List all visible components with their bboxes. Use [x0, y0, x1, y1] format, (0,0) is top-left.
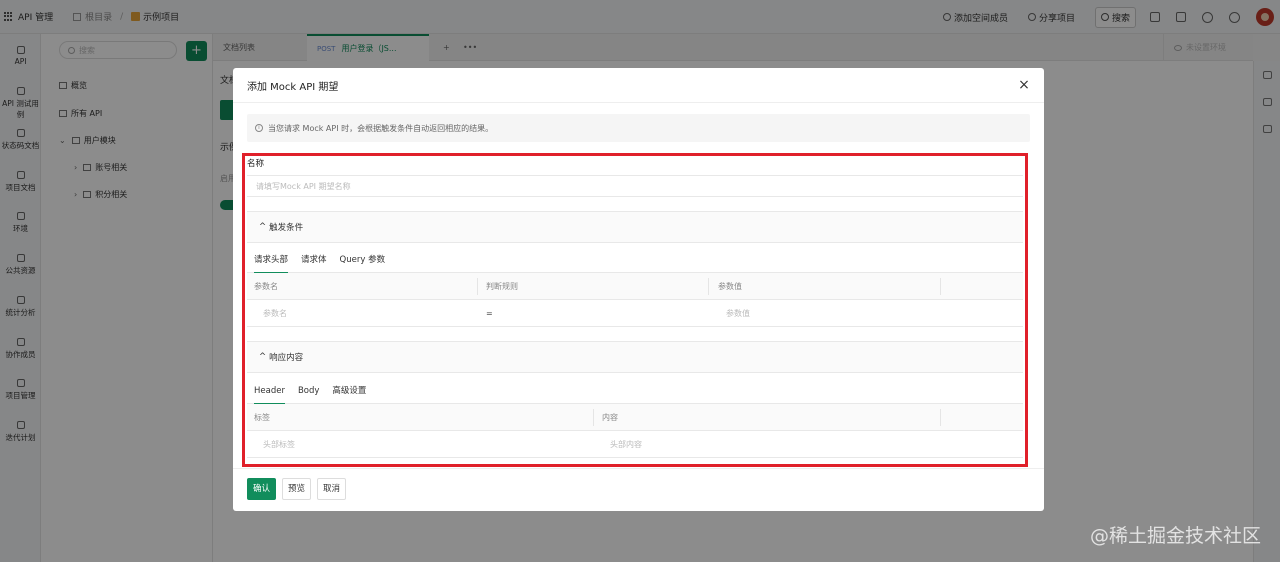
column-header: 标签	[254, 413, 270, 422]
chevron-up-icon: ^	[259, 222, 267, 232]
tab-request-body[interactable]: 请求体	[301, 247, 327, 273]
trigger-section-title: 触发条件	[269, 223, 304, 233]
response-section-title: 响应内容	[269, 353, 304, 363]
mock-expectation-dialog: 添加 Mock API 期望 × i 当您请求 Mock API 时，会根据触发…	[233, 68, 1044, 511]
dialog-header: 添加 Mock API 期望	[233, 68, 1044, 103]
response-subtabs: Header Body 高级设置	[247, 378, 1023, 405]
column-header: 参数名	[254, 282, 278, 291]
column-header: 参数值	[718, 282, 742, 291]
watermark: @稀土掘金技术社区	[1089, 525, 1261, 547]
trigger-table-header: 参数名 判断规则 参数值	[247, 273, 1023, 300]
trigger-subtabs: 请求头部 请求体 Query 参数	[247, 247, 1023, 274]
cancel-button[interactable]: 取消	[317, 478, 347, 500]
tab-request-headers[interactable]: 请求头部	[254, 247, 289, 274]
name-input-placeholder: 请填写Mock API 期望名称	[256, 181, 351, 191]
trigger-section-header[interactable]: ^ 触发条件	[247, 211, 1023, 243]
tab-body[interactable]: Body	[298, 378, 319, 404]
info-notice: i 当您请求 Mock API 时，会根据触发条件自动返回相应的结果。	[247, 114, 1030, 142]
dialog-footer: 确认 预览 取消	[247, 478, 352, 500]
name-input[interactable]: 请填写Mock API 期望名称	[247, 175, 1023, 197]
table-row: 头部标签 头部内容	[247, 431, 1023, 458]
name-field-label: 名称	[247, 159, 265, 169]
header-label-input[interactable]: 头部标签	[263, 431, 295, 458]
column-header: 判断规则	[486, 282, 518, 291]
footer-divider	[233, 468, 1044, 469]
tab-query-params[interactable]: Query 参数	[340, 247, 386, 273]
info-icon: i	[255, 124, 263, 132]
close-icon[interactable]: ×	[1017, 78, 1031, 92]
tab-advanced-settings[interactable]: 高级设置	[332, 378, 366, 404]
param-value-input[interactable]: 参数值	[726, 300, 750, 327]
header-content-input[interactable]: 头部内容	[610, 431, 642, 458]
response-section-header[interactable]: ^ 响应内容	[247, 341, 1023, 373]
confirm-button[interactable]: 确认	[247, 478, 277, 500]
chevron-up-icon: ^	[259, 352, 267, 362]
column-header: 内容	[602, 413, 618, 422]
response-table-header: 标签 内容	[247, 404, 1023, 431]
table-row: 参数名 = 参数值	[247, 300, 1023, 327]
rule-select[interactable]: =	[486, 300, 493, 327]
notice-text: 当您请求 Mock API 时，会根据触发条件自动返回相应的结果。	[268, 123, 494, 133]
preview-button[interactable]: 预览	[282, 478, 312, 500]
param-name-input[interactable]: 参数名	[263, 300, 287, 327]
tab-header[interactable]: Header	[254, 378, 285, 405]
dialog-title: 添加 Mock API 期望	[247, 81, 339, 93]
